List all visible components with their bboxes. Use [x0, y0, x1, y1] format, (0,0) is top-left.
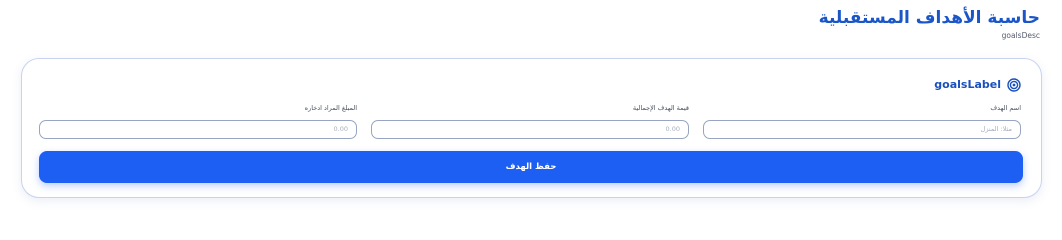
page: حاسبة الأهداف المستقبلية goalsDesc goals… — [0, 0, 1062, 220]
goal-name-label: اسم الهدف — [990, 104, 1021, 112]
card-title: goalsLabel — [934, 77, 1001, 91]
goal-total-input[interactable] — [371, 119, 689, 139]
goal-saved-label: المبلغ المراد ادخاره — [304, 104, 357, 112]
goal-total-label: قيمة الهدف الإجمالية — [632, 104, 689, 112]
goal-saved-input[interactable] — [39, 119, 357, 139]
goal-name-field: اسم الهدف — [703, 104, 1021, 139]
save-goal-button[interactable]: حفظ الهدف — [39, 151, 1023, 183]
goal-saved-field: المبلغ المراد ادخاره — [39, 104, 357, 139]
page-title: حاسبة الأهداف المستقبلية — [818, 8, 1040, 28]
card-header: goalsLabel — [934, 77, 1021, 92]
goal-total-field: قيمة الهدف الإجمالية — [371, 104, 689, 139]
goal-name-input[interactable] — [703, 119, 1021, 139]
page-description: goalsDesc — [1001, 31, 1040, 40]
goals-card: goalsLabel اسم الهدف قيمة الهدف الإجمالي… — [21, 58, 1042, 198]
target-icon — [1007, 77, 1021, 92]
